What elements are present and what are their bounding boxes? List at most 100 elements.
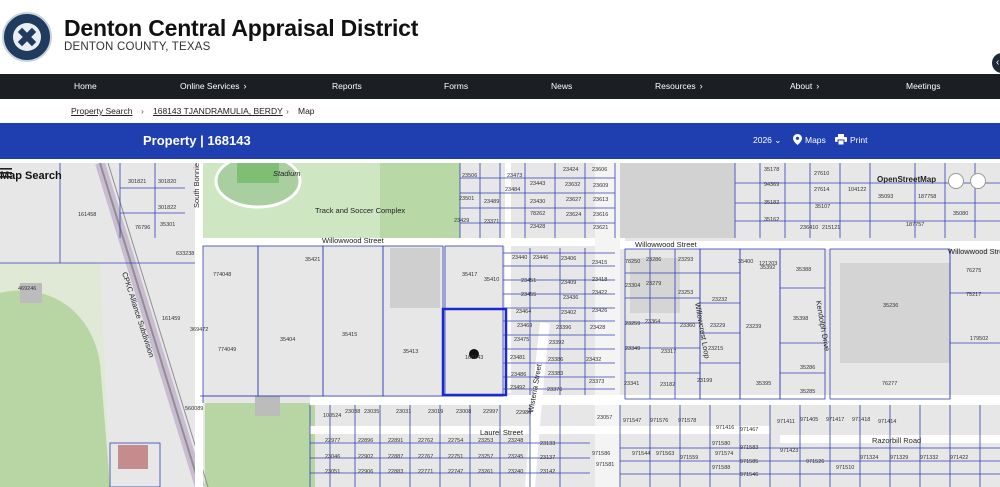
parcel-id-label: 23473 [507, 173, 522, 179]
map-search-toggle[interactable]: Map Search [0, 168, 62, 184]
parcel-id-label: 23432 [586, 357, 601, 363]
parcel-id-label: 971422 [950, 455, 968, 461]
maps-button[interactable]: Maps [793, 134, 826, 145]
parcel-id-label: 23632 [565, 182, 580, 188]
parcel-id-label: 971544 [632, 451, 650, 457]
parcel-id-label: 23383 [548, 371, 563, 377]
parcel-id-label: 971580 [712, 441, 730, 447]
parcel-id-label: 35286 [800, 365, 815, 371]
parcel-id-label: 971329 [890, 455, 908, 461]
street-label-willowwood-1: Willowwood Street [322, 236, 385, 245]
parcel-id-label: 35395 [756, 381, 771, 387]
parcel-id-label: 774049 [218, 347, 236, 353]
chevron-left-icon[interactable]: ‹ [992, 53, 1000, 73]
parcel-id-label: 23396 [556, 325, 571, 331]
site-title[interactable]: Denton Central Appraisal District [64, 15, 418, 42]
street-label-laurel: Laurel Street [480, 428, 524, 437]
parcel-map[interactable]: Willowwood Street Willowwood Street Will… [0, 163, 1000, 487]
parcel-id-label: 23469 [517, 323, 532, 329]
breadcrumb-separator: › [141, 106, 144, 116]
parcel-id-label: 23373 [589, 379, 604, 385]
parcel-id-label: 23232 [712, 297, 727, 303]
parcel-id-label: 23492 [510, 385, 525, 391]
parcel-id-label: 76275 [966, 268, 981, 274]
parcel-id-label: 301821 [128, 179, 146, 185]
basemap-icon[interactable] [970, 173, 986, 189]
parcel-id-label: 971418 [852, 417, 870, 423]
nav-reports[interactable]: Reports [332, 74, 362, 99]
parcel-id-label: 35162 [764, 217, 779, 223]
site-header: Denton Central Appraisal District DENTON… [0, 0, 1000, 74]
parcel-id-label: 161459 [162, 316, 180, 322]
parcel-id-label: 23451 [521, 278, 536, 284]
parcel-id-label: 23031 [396, 409, 411, 415]
nav-meetings[interactable]: Meetings [906, 74, 941, 99]
parcel-id-label: 971586 [592, 451, 610, 457]
parcel-id-label: 23440 [512, 255, 527, 261]
parcel-id-label: 23038 [345, 409, 360, 415]
parcel-id-label: 22754 [448, 438, 463, 444]
breadcrumb-property-search[interactable]: Property Search [71, 99, 132, 123]
printer-icon [835, 134, 847, 145]
parcel-id-label: 23317 [661, 349, 676, 355]
nav-home[interactable]: Home [74, 74, 97, 99]
breadcrumb-property[interactable]: 168143 TJANDRAMULIA, BERDY [153, 99, 283, 123]
print-button[interactable]: Print [835, 134, 867, 145]
parcel-id-label: 23409 [561, 280, 576, 286]
parcel-id-label: 971563 [656, 451, 674, 457]
area-label-stadium: Stadium [273, 169, 301, 178]
parcel-id-label: 35182 [764, 200, 779, 206]
parcel-id-label: 35301 [160, 222, 175, 228]
parcel-id-label: 971547 [623, 418, 641, 424]
parcel-id-label: 971585 [740, 459, 758, 465]
parcel-id-label: 22767 [418, 454, 433, 460]
parcel-id-label: 23606 [592, 167, 607, 173]
breadcrumb-map: Map [298, 106, 315, 116]
parcel-id-label: 100524 [323, 413, 341, 419]
map-pin-icon [793, 134, 802, 145]
parcel-id-label: 971416 [716, 425, 734, 431]
parcel-id-label: 23415 [592, 260, 607, 266]
parcel-id-label: 23253 [678, 290, 693, 296]
breadcrumb-separator: › [286, 106, 289, 116]
parcel-id-label: 971574 [715, 451, 733, 457]
parcel-id-label: 35398 [793, 316, 808, 322]
parcel-id-label: 774048 [213, 272, 231, 278]
site-subtitle: DENTON COUNTY, TEXAS [64, 41, 211, 53]
parcel-id-label: 23424 [563, 167, 578, 173]
parcel-id-label: 22896 [358, 438, 373, 444]
parcel-id-label: 23484 [505, 187, 520, 193]
parcel-id-label: 23486 [511, 372, 526, 378]
parcel-id-label: 35285 [800, 389, 815, 395]
year-select[interactable]: 2026 ⌄ [753, 135, 781, 146]
parcel-id-label: 23364 [645, 319, 660, 325]
parcel-id-label: 971467 [740, 427, 758, 433]
parcel-id-label: 23616 [593, 212, 608, 218]
parcel-id-label: 971581 [596, 462, 614, 468]
street-label-south-bonnie: South Bonnie [192, 163, 201, 208]
parcel-id-label: 22747 [448, 469, 463, 475]
parcel-id-label: 23506 [462, 173, 477, 179]
parcel-id-label: 23422 [592, 290, 607, 296]
district-seal-logo[interactable] [2, 12, 52, 62]
parcel-id-label: 27610 [814, 171, 829, 177]
parcel-id-label: 23402 [561, 310, 576, 316]
parcel-id-label: 23008 [456, 409, 471, 415]
parcel-id-label: 23406 [561, 256, 576, 262]
parcel-id-label: 23621 [593, 225, 608, 231]
nav-news[interactable]: News [551, 74, 572, 99]
parcel-id-label: 971588 [712, 465, 730, 471]
parcel-id-label: 23239 [746, 324, 761, 330]
nav-about[interactable]: About › [790, 74, 819, 99]
chevron-right-icon: › [816, 81, 820, 91]
parcel-id-label: 22902 [358, 454, 373, 460]
map-canvas[interactable]: Willowwood Street Willowwood Street Will… [0, 163, 1000, 487]
layers-icon[interactable] [948, 173, 964, 189]
parcel-id-label: 971583 [740, 445, 758, 451]
parcel-id-label: 22762 [418, 438, 433, 444]
nav-online-services[interactable]: Online Services › [180, 74, 247, 99]
parcel-id-label: 23240 [508, 469, 523, 475]
parcel-id-label: 23489 [484, 199, 499, 205]
nav-forms[interactable]: Forms [444, 74, 468, 99]
nav-resources[interactable]: Resources › [655, 74, 703, 99]
